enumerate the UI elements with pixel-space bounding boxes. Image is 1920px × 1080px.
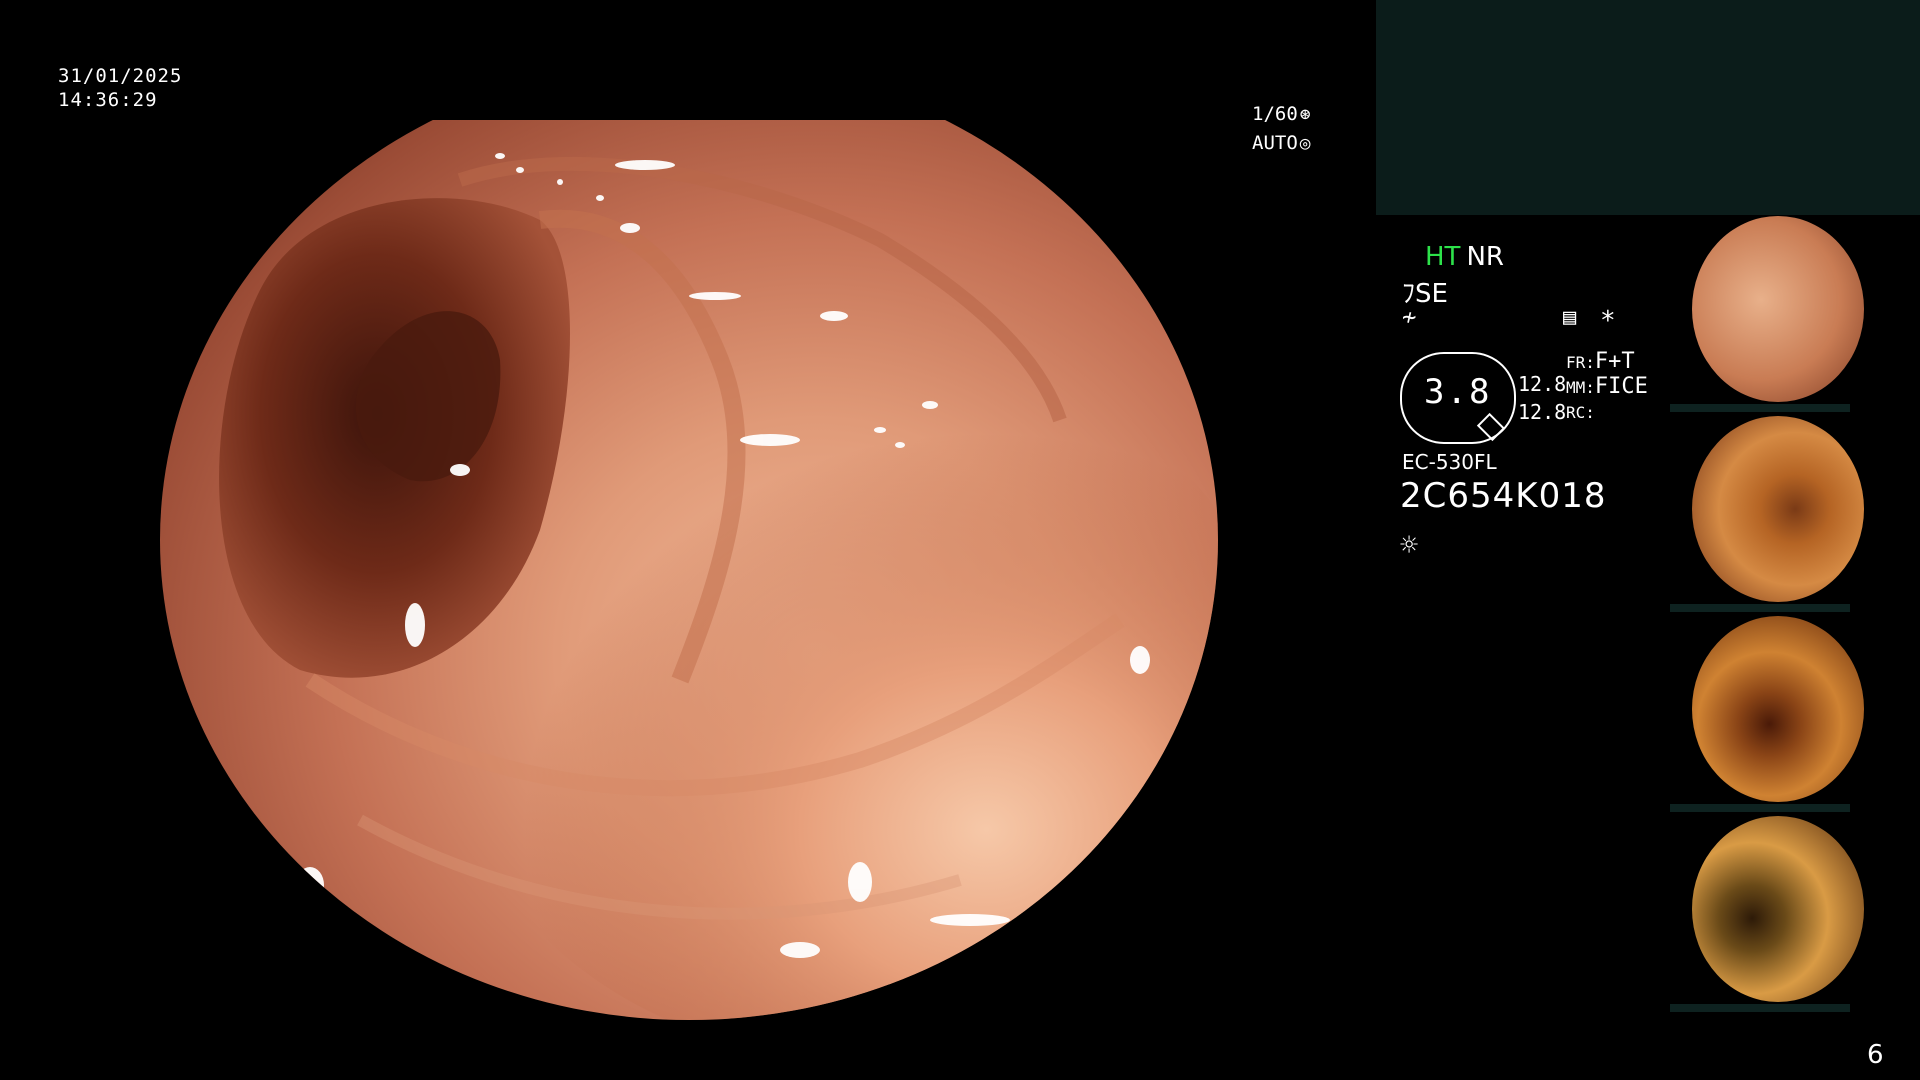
thumbnail-image: [1692, 816, 1864, 1002]
page-number: 6: [1867, 1040, 1884, 1070]
scope-mask: [160, 60, 1218, 1020]
processing-labels: FR:F+T MM:FICE RC:: [1566, 350, 1648, 425]
thumbnail-4[interactable]: [1670, 816, 1920, 1012]
nr-indicator: NR: [1466, 242, 1504, 272]
menu-list-icon: ▤: [1563, 305, 1577, 330]
fr-value-2: 12.8: [1518, 400, 1567, 424]
brightness-icon: ☼: [1400, 528, 1419, 563]
aperture-icon: ⊛: [1299, 104, 1311, 125]
preview-panel: [1376, 0, 1920, 215]
rc-label: RC:: [1566, 403, 1595, 422]
thumbnail-3[interactable]: [1670, 616, 1920, 812]
mm-label: MM:: [1566, 378, 1595, 397]
scope-model: EC-530FL: [1402, 450, 1497, 474]
gauge-numbers: 12.8 12.8: [1518, 370, 1566, 426]
exposure-mode: AUTO: [1252, 132, 1298, 154]
asterisk-icon: *: [1600, 306, 1616, 336]
date-text: 31/01/2025: [58, 65, 183, 87]
shutter-speed: 1/60: [1252, 103, 1298, 125]
thumbnail-image: [1692, 216, 1864, 402]
exposure-info: 1/60 ⊛ AUTO ◎: [1252, 100, 1311, 158]
datetime: 31/01/2025 14:36:29: [58, 64, 182, 112]
iris-icon: ◎: [1299, 133, 1311, 154]
enhance-indicator: SE: [1415, 279, 1448, 309]
fr-value-1: 12.8: [1518, 372, 1567, 396]
thumbnail-1[interactable]: [1670, 216, 1920, 412]
gauge-value: 3.8: [1424, 372, 1492, 412]
ht-indicator: HT: [1425, 242, 1461, 272]
thumbnail-image: [1692, 416, 1864, 602]
thumbnail-2[interactable]: [1670, 416, 1920, 612]
fr-label: FR:: [1566, 353, 1595, 372]
image-mode-row: HT NR: [1425, 242, 1504, 272]
time-text: 14:36:29: [58, 89, 158, 111]
fr-mode: F+T: [1594, 349, 1635, 374]
scope-serial: 2C654K018: [1400, 476, 1607, 516]
curve-icon: ≁: [1402, 303, 1417, 331]
thumbnail-image: [1692, 616, 1864, 802]
mm-mode: FICE: [1594, 374, 1648, 399]
